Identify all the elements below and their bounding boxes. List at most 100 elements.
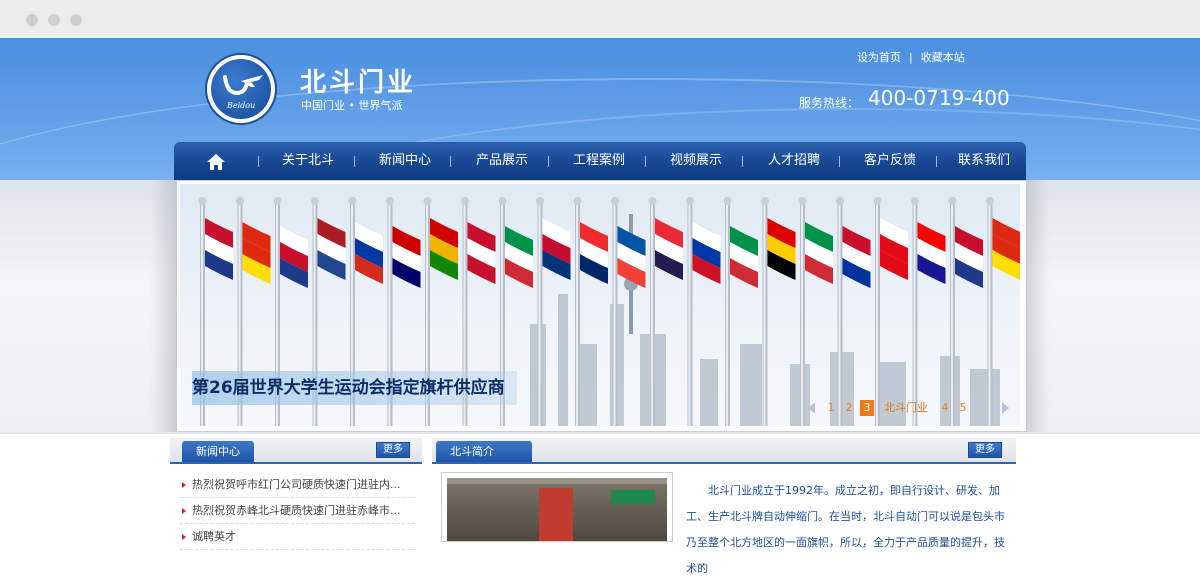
flagpole-finial [573,197,582,205]
nav-item-projects[interactable]: 工程案例 [561,142,637,180]
flagpole-highlight [876,204,878,426]
flag [467,222,496,284]
intro-text: 北斗门业成立于1992年。成立之初，即自行设计、研发、加工、生产北斗牌自动伸缩门… [686,484,1005,575]
flagpole-highlight [801,204,803,426]
building-roof [447,478,667,484]
news-item[interactable]: 诚聘英才 [180,524,415,550]
banner-slideshow[interactable]: 第26届世界大学生运动会指定旗杆供应商 1 2 3 北斗门业 4 5 [180,184,1020,426]
logo-plane-icon [223,75,263,96]
intro-panel-title[interactable]: 北斗简介 [436,441,532,462]
flagpole-finial [798,197,807,205]
flagpole-highlight [913,204,916,426]
window-minimize-dot[interactable] [48,14,60,26]
nav-separator [936,156,937,167]
flag [580,222,608,284]
flag [242,222,271,284]
main-nav: 关于北斗 新闻中心 产品展示 工程案例 视频展示 人才招聘 客户反馈 联系我们 [174,142,1026,180]
nav-item-products[interactable]: 产品展示 [464,142,540,180]
flagpole-highlight [838,204,841,426]
nav-item-contact[interactable]: 联系我们 [946,142,1022,180]
flag [392,226,421,288]
news-item[interactable]: 热烈祝贺呼市红门公司硬质快速门进驻内... [180,472,415,498]
brand-slogan: 中国门业 • 世界气派 [301,99,403,112]
pager-page-1[interactable]: 1 [824,400,838,416]
flagpole-finial [723,197,732,205]
building-green-sign [611,490,655,504]
flagpole-finial [986,197,994,205]
skyline-building [700,359,718,426]
flag [317,218,346,280]
brand-logo[interactable]: Beidou [207,55,275,123]
nav-item-videos[interactable]: 视频展示 [658,142,734,180]
nav-item-careers[interactable]: 人才招聘 [756,142,832,180]
nav-separator [839,156,840,167]
flag [355,222,383,284]
pager-page-2[interactable]: 2 [842,400,856,416]
bookmark-site-link[interactable]: 收藏本站 [921,51,965,64]
news-panel-header: 新闻中心 更多 [170,438,422,464]
nav-item-news[interactable]: 新闻中心 [367,142,443,180]
flagpole-finial [761,197,769,205]
window-close-dot[interactable] [26,14,38,26]
flagpole-finial [386,197,394,205]
flagpole-finial [311,197,319,205]
flagpole-finial [423,197,432,205]
flagpole-finial [536,197,544,205]
flag [280,226,308,288]
news-more-button[interactable]: 更多 [376,442,410,458]
intro-more-button[interactable]: 更多 [968,442,1002,458]
flagpole-highlight [951,204,953,426]
flagpole-highlight [538,204,541,426]
flag [805,222,833,284]
skyline-building [740,344,762,426]
news-item[interactable]: 热烈祝贺赤峰北斗硬质快速门进驻赤峰市... [180,498,415,524]
building-sign [539,488,573,541]
flagpole-finial [611,197,619,205]
flagpole-finial [911,197,919,205]
flagpole-highlight [651,204,653,426]
banner-caption: 第26届世界大学生运动会指定旗杆供应商 [192,371,517,405]
pager-page-4[interactable]: 4 [938,400,952,416]
flag [655,218,683,280]
flagpole-finial [273,197,282,205]
flag [205,218,233,280]
home-icon[interactable] [206,153,226,171]
flagpole-finial [348,197,357,205]
pager-page-5[interactable]: 5 [956,400,970,416]
skyline-building [558,294,568,426]
company-photo[interactable] [441,472,673,542]
browser-chrome [0,0,1200,39]
nav-item-about[interactable]: 关于北斗 [270,142,346,180]
nav-separator [354,156,355,167]
flagpole-highlight [688,204,691,426]
flag [767,218,796,280]
flag [692,222,721,284]
banner-pager: 1 2 3 北斗门业 4 5 [820,400,970,418]
skyline-building [970,369,1000,426]
window-maximize-dot[interactable] [70,14,82,26]
logo-text: Beidou [227,101,256,110]
news-panel-title[interactable]: 新闻中心 [182,441,254,462]
flagpole-highlight [613,204,616,426]
nav-separator [742,156,743,167]
pager-page-3[interactable]: 3 [860,400,874,416]
nav-item-feedback[interactable]: 客户反馈 [852,142,928,180]
intro-panel-header: 北斗简介 更多 [432,438,1016,464]
top-links: 设为首页 | 收藏本站 [857,49,965,65]
nav-separator [258,156,259,167]
flag [955,226,983,288]
flagpole-highlight [726,204,728,426]
set-homepage-link[interactable]: 设为首页 [857,51,901,64]
next-arrow-icon[interactable] [1002,402,1009,414]
flagpole-finial [873,197,882,205]
flag [505,226,533,288]
news-list: 热烈祝贺呼市红门公司硬质快速门进驻内... 热烈祝贺赤峰北斗硬质快速门进驻赤峰市… [180,472,415,550]
link-separator: | [909,51,913,64]
flagpole-finial [198,197,207,205]
nav-separator [450,156,451,167]
flagpole-highlight [763,204,766,426]
flag [842,226,871,288]
prev-arrow-icon[interactable] [808,402,815,414]
brand-name: 北斗门业 [300,68,417,98]
flag [430,218,458,280]
